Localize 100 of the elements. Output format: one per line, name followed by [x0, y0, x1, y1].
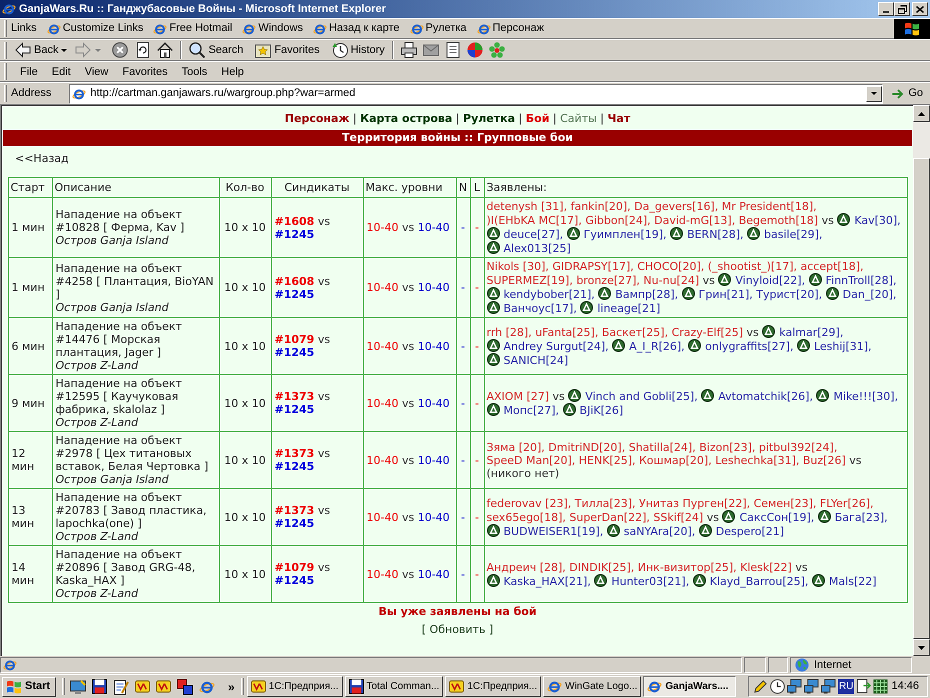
player-link[interactable]: Ванчоус[17], — [504, 302, 577, 315]
back-link[interactable]: <<Назад — [15, 152, 69, 165]
nav-link[interactable]: Рулетка — [463, 112, 516, 125]
player-link[interactable]: Андреич [28], — [486, 560, 566, 574]
player-link[interactable]: Kav[30], — [854, 214, 901, 227]
player-link[interactable]: lineage[21] — [597, 302, 660, 315]
network-icon[interactable] — [787, 679, 802, 694]
player-link[interactable]: Leshij[31], — [814, 340, 872, 353]
player-link[interactable]: deuce[27], — [504, 228, 564, 241]
player-link[interactable]: SANICH[24] — [504, 354, 568, 367]
player-link[interactable]: Зяма [20], — [486, 440, 545, 454]
link-button[interactable]: Windows — [240, 20, 305, 38]
player-link[interactable]: DINDIK[25], — [569, 560, 634, 574]
syndicate-link[interactable]: #1245 — [274, 517, 314, 530]
player-link[interactable]: Гуимплен[19], — [584, 228, 667, 241]
syndicate-link[interactable]: #1373 — [274, 390, 314, 403]
player-link[interactable]: accept[18], — [800, 260, 864, 273]
player-link[interactable]: Mals[22] — [828, 574, 877, 588]
player-link[interactable]: Баскет[25], — [602, 326, 668, 339]
link-button[interactable]: Customize Links — [44, 20, 146, 38]
menu-item[interactable]: Help — [214, 62, 251, 80]
syndicate-link[interactable]: #1079 — [274, 333, 314, 346]
clock-icon[interactable] — [770, 679, 785, 694]
player-link[interactable]: GIDRAPSY[17], — [552, 260, 634, 273]
player-link[interactable]: (_shootist_)[17], — [708, 260, 798, 273]
player-link[interactable]: rrh [28], — [486, 326, 532, 339]
player-link[interactable]: Унитаз Пурген[22], — [638, 496, 750, 510]
player-link[interactable]: Mike!!![30], — [833, 390, 898, 403]
player-link[interactable]: FLYer[26], — [820, 496, 874, 510]
player-link[interactable]: СаксСон[19], — [739, 510, 814, 524]
player-link[interactable]: detenysh [31], — [486, 200, 568, 213]
scroll-up-button[interactable] — [913, 105, 930, 122]
player-link[interactable]: Vinyloid[22], — [735, 274, 806, 287]
player-link[interactable]: Vinch and Gobli[25], — [585, 390, 698, 403]
task-button[interactable]: 1С:Предприя... — [445, 676, 542, 697]
player-link[interactable]: Dan_[20], — [842, 288, 896, 301]
player-link[interactable]: Da_gevers[16], — [634, 200, 718, 213]
player-link[interactable]: Shatilla[24], — [628, 440, 696, 454]
dropdown-button[interactable] — [866, 86, 882, 102]
player-link[interactable]: Avtomatchik[26], — [718, 390, 813, 403]
player-link[interactable]: Бага[23], — [834, 510, 888, 524]
player-link[interactable]: pitbul392[24], — [758, 440, 838, 454]
player-link[interactable]: Nikols [30], — [486, 260, 549, 273]
player-link[interactable]: onlygraffits[27], — [705, 340, 794, 353]
player-link[interactable]: SuperDan[22], — [569, 510, 650, 524]
syndicate-link[interactable]: #1245 — [274, 403, 314, 416]
minimize-button[interactable] — [878, 2, 894, 16]
player-link[interactable]: SpeeD Man[20], — [486, 454, 576, 466]
nav-link[interactable]: Бой — [526, 112, 550, 125]
player-link[interactable]: HENK[25], — [578, 454, 636, 466]
player-link[interactable]: uFanta[25], — [535, 326, 598, 339]
start-button[interactable]: Start — [2, 676, 56, 696]
syndicate-link[interactable]: #1373 — [274, 447, 314, 460]
refresh-link[interactable]: [ Обновить ] — [422, 623, 494, 636]
player-link[interactable]: AXIOM [27] — [486, 390, 550, 403]
language-indicator[interactable]: RU — [838, 679, 854, 694]
player-link[interactable]: sex65ego[18], — [486, 510, 566, 524]
menu-item[interactable]: Tools — [174, 62, 214, 80]
syndicate-link[interactable]: #1079 — [274, 561, 314, 574]
player-link[interactable]: Begemoth[18] — [738, 214, 818, 227]
player-link[interactable]: kendybober[21], — [504, 288, 595, 301]
player-link[interactable]: )I(EHbKA MC[17], — [486, 214, 582, 227]
player-link[interactable]: Andrey Surgut[24], — [504, 340, 609, 353]
link-button[interactable]: Free Hotmail — [151, 20, 234, 38]
nav-link[interactable]: Персонаж — [284, 112, 350, 125]
player-link[interactable]: Кошмар[20], — [639, 454, 712, 466]
link-button[interactable]: Назад к карте — [310, 20, 402, 38]
player-link[interactable]: Kaska_HAX[21], — [504, 574, 591, 588]
search-button[interactable]: Search — [186, 40, 246, 60]
scroll-down-button[interactable] — [913, 639, 930, 656]
player-link[interactable]: Инк-визитор[25], — [638, 560, 737, 574]
task-button[interactable]: 1С:Предприя... — [246, 676, 342, 697]
syndicate-link[interactable]: #1373 — [274, 504, 314, 517]
player-link[interactable]: Klesk[22] — [740, 560, 792, 574]
player-link[interactable]: BUDWEISER1[19], — [504, 524, 604, 538]
go-button[interactable]: Go — [888, 84, 926, 104]
player-link[interactable]: FinnTroll[28], — [826, 274, 896, 287]
player-link[interactable]: DmitriND[20], — [548, 440, 626, 454]
syndicate-link[interactable]: #1245 — [274, 574, 314, 587]
player-link[interactable]: Crazy-Elf[25] — [672, 326, 744, 339]
close-button[interactable] — [912, 2, 928, 16]
menu-item[interactable]: File — [13, 62, 45, 80]
player-link[interactable]: Тилла[23], — [574, 496, 636, 510]
player-link[interactable]: Семен[23], — [754, 496, 816, 510]
history-button[interactable]: History — [328, 40, 388, 60]
player-link[interactable]: Грин[21], — [698, 288, 753, 301]
task-button[interactable]: Total Comman... — [344, 676, 444, 697]
player-link[interactable]: Турист[20], — [756, 288, 822, 301]
player-link[interactable]: Вампр[28], — [615, 288, 678, 301]
network-icon[interactable] — [821, 679, 836, 694]
player-link[interactable]: BJiK[26] — [580, 404, 624, 417]
player-link[interactable]: Nu-nu[24] — [643, 274, 700, 287]
player-link[interactable]: BERN[28], — [687, 228, 744, 241]
syndicate-link[interactable]: #1245 — [274, 346, 314, 359]
syndicate-link[interactable]: #1608 — [274, 274, 314, 288]
player-link[interactable]: SSkif[24] — [653, 510, 704, 524]
player-link[interactable]: CHOCO[20], — [637, 260, 704, 273]
player-link[interactable]: Мопс[27], — [504, 404, 560, 417]
task-button[interactable]: WinGate Logo... — [543, 676, 642, 697]
more-button[interactable]: » — [225, 678, 238, 696]
